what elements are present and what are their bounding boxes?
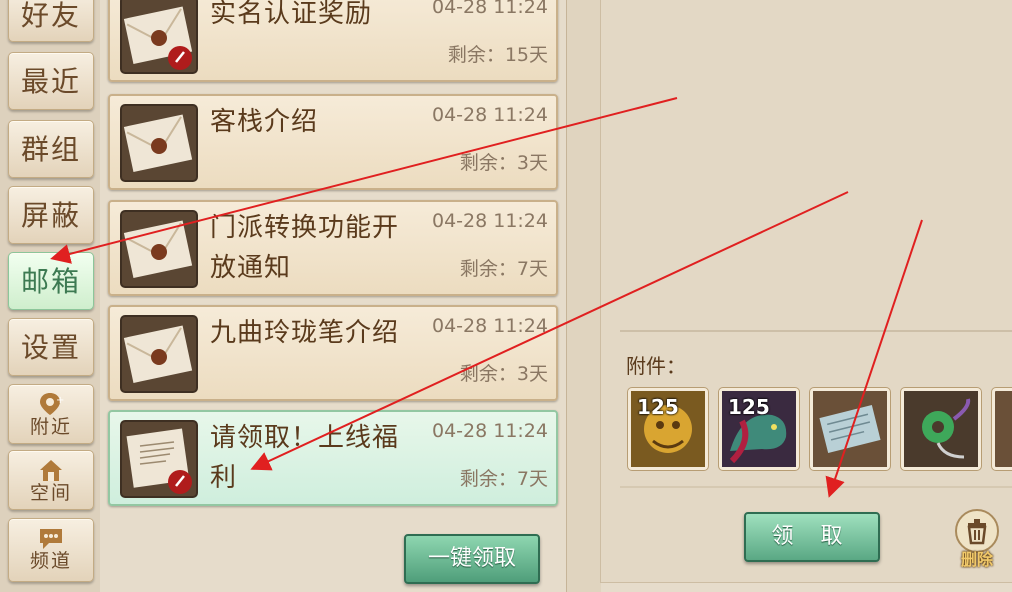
mail-title: 客栈介绍 (210, 107, 319, 137)
tab-friends[interactable]: 好友 (8, 0, 94, 42)
mail-list: 实名认证奖励 04-28 11:24 剩余：15天 客栈介绍 04-28 11:… (100, 0, 566, 592)
mail-time: 04-28 11:24 (431, 420, 548, 442)
list-item-selected[interactable]: 请领取！上线福利 04-28 11:24 剩余：7天 (108, 410, 558, 506)
location-plus-icon: + (40, 393, 65, 415)
attachment-slot[interactable]: 125 (628, 388, 708, 470)
mail-remaining: 剩余：3天 (459, 363, 548, 385)
mail-remaining: 剩余：7天 (459, 258, 548, 280)
envelope-icon (120, 210, 198, 288)
opened-letter-icon (120, 420, 198, 498)
tab-nearby[interactable]: + 附近 (8, 384, 94, 444)
envelope-icon (120, 0, 198, 74)
attachments-label: 附件： (626, 354, 686, 378)
chat-bubble-icon (40, 529, 62, 549)
list-item[interactable]: 门派转换功能开放通知 04-28 11:24 剩余：7天 (108, 200, 558, 296)
mail-title: 请领取！上线福利 (210, 423, 400, 493)
svg-text:+: + (56, 395, 65, 406)
attachment-slot[interactable]: 125 (719, 388, 799, 470)
tab-blocked[interactable]: 屏蔽 (8, 186, 94, 244)
tab-recent[interactable]: 最近 (8, 52, 94, 110)
list-item[interactable]: 九曲玲珑笔介绍 04-28 11:24 剩余：3天 (108, 305, 558, 401)
envelope-icon (120, 315, 198, 393)
delete-button[interactable]: 删除 (954, 508, 1000, 569)
mail-time: 04-28 11:24 (431, 104, 548, 126)
attachment-slot[interactable] (992, 388, 1012, 470)
attachment-slot[interactable] (810, 388, 890, 470)
sidebar-tabs: 好友 最近 群组 屏蔽 邮箱 设置 + 附近 空间 频道 (0, 0, 100, 592)
mail-remaining: 剩余：3天 (459, 152, 548, 174)
mail-title: 九曲玲珑笔介绍 (210, 318, 400, 348)
scroll-icon (813, 391, 887, 467)
divider (620, 330, 1012, 332)
mail-time: 04-28 11:24 (431, 0, 548, 18)
list-item[interactable]: 客栈介绍 04-28 11:24 剩余：3天 (108, 94, 558, 190)
claim-all-button[interactable]: 一键领取 (404, 534, 540, 584)
item-level: 125 (728, 395, 770, 419)
mail-time: 04-28 11:24 (431, 315, 548, 337)
tab-settings[interactable]: 设置 (8, 318, 94, 376)
mail-remaining: 剩余：7天 (459, 468, 548, 490)
tab-channel[interactable]: 频道 (8, 518, 94, 582)
delete-label: 删除 (960, 550, 993, 569)
tab-groups[interactable]: 群组 (8, 120, 94, 178)
mail-time: 04-28 11:24 (431, 210, 548, 232)
envelope-icon (120, 104, 198, 182)
attachment-slot[interactable] (901, 388, 981, 470)
mail-detail-panel (600, 0, 1012, 583)
mail-title: 门派转换功能开放通知 (210, 213, 400, 283)
item-level: 125 (637, 395, 679, 419)
panel-divider (566, 0, 601, 592)
jade-pendant-icon (904, 391, 978, 467)
list-item[interactable]: 实名认证奖励 04-28 11:24 剩余：15天 (108, 0, 558, 82)
claim-button[interactable]: 领 取 (744, 512, 880, 562)
house-icon (40, 460, 62, 481)
divider (620, 486, 1012, 488)
tab-mailbox[interactable]: 邮箱 (8, 252, 94, 310)
mail-title: 实名认证奖励 (210, 0, 373, 29)
tab-space[interactable]: 空间 (8, 450, 94, 510)
mail-remaining: 剩余：15天 (447, 44, 548, 66)
